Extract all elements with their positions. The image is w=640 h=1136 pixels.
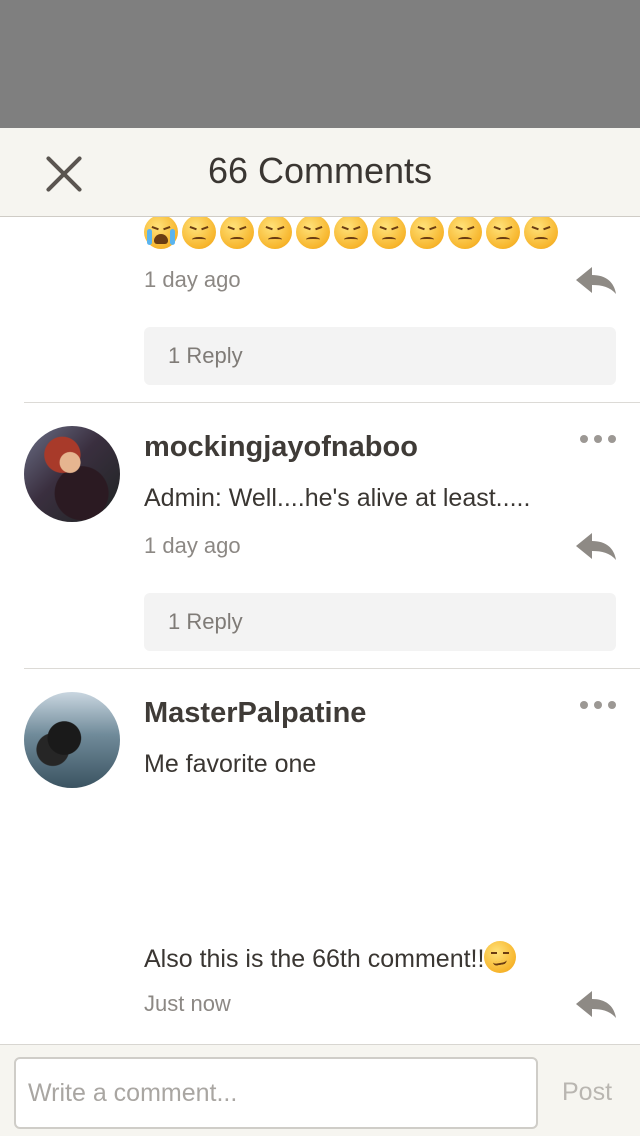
more-options-icon[interactable] <box>580 435 616 445</box>
persevering-face-icon <box>486 217 520 249</box>
comments-header: 66 Comments <box>0 128 640 217</box>
post-button[interactable]: Post <box>562 1078 612 1107</box>
confounded-face-icon <box>220 217 254 249</box>
comment-text: Me favorite one <box>144 750 317 778</box>
comment-emoji-row <box>144 217 558 249</box>
comment-username[interactable]: mockingjayofnaboo <box>144 431 418 464</box>
comment-timestamp: Just now <box>144 991 231 1016</box>
confounded-face-icon <box>258 217 292 249</box>
dimmed-overlay[interactable] <box>0 0 640 128</box>
comment-text: Also this is the 66th comment!! <box>144 941 517 974</box>
comment-timestamp: 1 day ago <box>144 267 241 292</box>
comment-composer: Post <box>0 1044 640 1136</box>
comment-list[interactable]: 1 day ago 1 Reply mockingjayofnaboo Admi… <box>0 217 640 1044</box>
smirking-face-icon <box>484 941 517 973</box>
page-title: 66 Comments <box>207 150 433 191</box>
persevering-face-icon <box>524 217 558 249</box>
view-replies-button[interactable]: 1 Reply <box>144 593 616 651</box>
persevering-face-icon <box>372 217 406 249</box>
comment-divider <box>24 668 640 669</box>
persevering-face-icon <box>410 217 444 249</box>
confounded-face-icon <box>296 217 330 249</box>
comment-username[interactable]: MasterPalpatine <box>144 697 366 730</box>
comment-input[interactable] <box>14 1057 538 1129</box>
reply-icon[interactable] <box>574 531 618 561</box>
comment-text-line: Also this is the 66th comment!! <box>144 945 485 973</box>
loudly-crying-face-icon <box>144 217 178 249</box>
view-replies-button[interactable]: 1 Reply <box>144 327 616 385</box>
avatar[interactable] <box>24 692 120 788</box>
avatar[interactable] <box>24 426 120 522</box>
reply-icon[interactable] <box>574 265 618 295</box>
persevering-face-icon <box>448 217 482 249</box>
confounded-face-icon <box>182 217 216 249</box>
comment-divider <box>24 402 640 403</box>
comment-text: Admin: Well....he's alive at least..... <box>144 484 531 512</box>
confounded-face-icon <box>334 217 368 249</box>
comment-timestamp: 1 day ago <box>144 533 241 558</box>
more-options-icon[interactable] <box>580 701 616 711</box>
reply-icon[interactable] <box>574 989 618 1019</box>
